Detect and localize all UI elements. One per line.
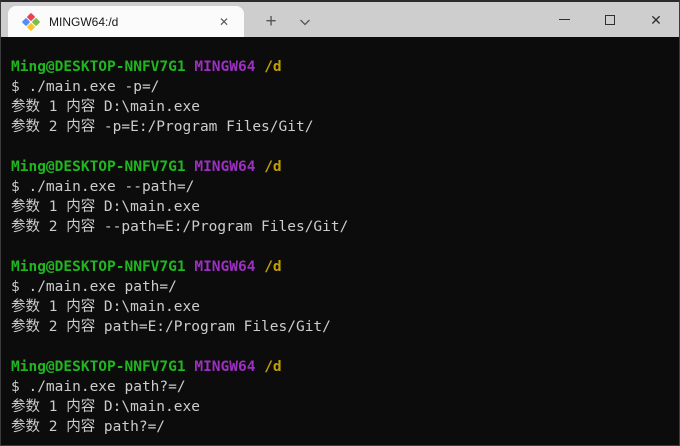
prompt-user-host: Ming@DESKTOP-NNFV7G1 [11, 159, 186, 175]
command-line: $ ./main.exe path=/ [11, 277, 669, 297]
terminal-block: Ming@DESKTOP-NNFV7G1 MINGW64 /d$ ./main.… [11, 357, 669, 437]
new-tab-button[interactable]: + [254, 6, 288, 37]
command-line: $ ./main.exe --path=/ [11, 177, 669, 197]
prompt-line: Ming@DESKTOP-NNFV7G1 MINGW64 /d [11, 157, 669, 177]
output-line: 参数 2 内容 path?=/ [11, 417, 669, 437]
terminal-block: Ming@DESKTOP-NNFV7G1 MINGW64 /d$ ./main.… [11, 157, 669, 237]
prompt-cwd: /d [264, 159, 281, 175]
maximize-icon [605, 15, 615, 25]
command-line: $ ./main.exe -p=/ [11, 77, 669, 97]
prompt-user-host: Ming@DESKTOP-NNFV7G1 [11, 59, 186, 75]
prompt-user-host: Ming@DESKTOP-NNFV7G1 [11, 259, 186, 275]
prompt-environment: MINGW64 [194, 259, 255, 275]
output-line: 参数 1 内容 D:\main.exe [11, 197, 669, 217]
prompt-line: Ming@DESKTOP-NNFV7G1 MINGW64 /d [11, 257, 669, 277]
close-button[interactable]: ✕ [633, 2, 679, 37]
prompt-user-host: Ming@DESKTOP-NNFV7G1 [11, 359, 186, 375]
prompt-environment: MINGW64 [194, 159, 255, 175]
msys2-mingw64-icon [23, 14, 39, 30]
output-line: 参数 2 内容 path=E:/Program Files/Git/ [11, 317, 669, 337]
chevron-down-icon[interactable] [288, 6, 322, 37]
terminal-block: Ming@DESKTOP-NNFV7G1 MINGW64 /d$ ./main.… [11, 57, 669, 137]
output-line: 参数 2 内容 -p=E:/Program Files/Git/ [11, 117, 669, 137]
prompt-cwd: /d [264, 259, 281, 275]
terminal-content[interactable]: Ming@DESKTOP-NNFV7G1 MINGW64 /d$ ./main.… [1, 37, 679, 445]
tab-title: MINGW64:/d [49, 15, 212, 29]
prompt-environment: MINGW64 [194, 59, 255, 75]
command-line: $ ./main.exe path?=/ [11, 377, 669, 397]
minimize-icon [559, 19, 570, 20]
output-line: 参数 2 内容 --path=E:/Program Files/Git/ [11, 217, 669, 237]
prompt-line: Ming@DESKTOP-NNFV7G1 MINGW64 /d [11, 57, 669, 77]
close-icon: ✕ [650, 13, 662, 27]
tab-mingw64[interactable]: MINGW64:/d ✕ [8, 6, 244, 37]
output-line: 参数 1 内容 D:\main.exe [11, 397, 669, 417]
prompt-line: Ming@DESKTOP-NNFV7G1 MINGW64 /d [11, 357, 669, 377]
prompt-environment: MINGW64 [194, 359, 255, 375]
tab-close-icon[interactable]: ✕ [212, 10, 236, 34]
maximize-button[interactable] [587, 2, 633, 37]
window-controls: ✕ [541, 2, 679, 37]
titlebar: MINGW64:/d ✕ + ✕ [1, 2, 679, 37]
minimize-button[interactable] [541, 2, 587, 37]
output-line: 参数 1 内容 D:\main.exe [11, 297, 669, 317]
terminal-window: MINGW64:/d ✕ + ✕ Ming@DESKTOP-NNFV7G1 MI… [0, 0, 680, 446]
prompt-cwd: /d [264, 59, 281, 75]
prompt-cwd: /d [264, 359, 281, 375]
output-line: 参数 1 内容 D:\main.exe [11, 97, 669, 117]
terminal-block: Ming@DESKTOP-NNFV7G1 MINGW64 /d$ ./main.… [11, 257, 669, 337]
